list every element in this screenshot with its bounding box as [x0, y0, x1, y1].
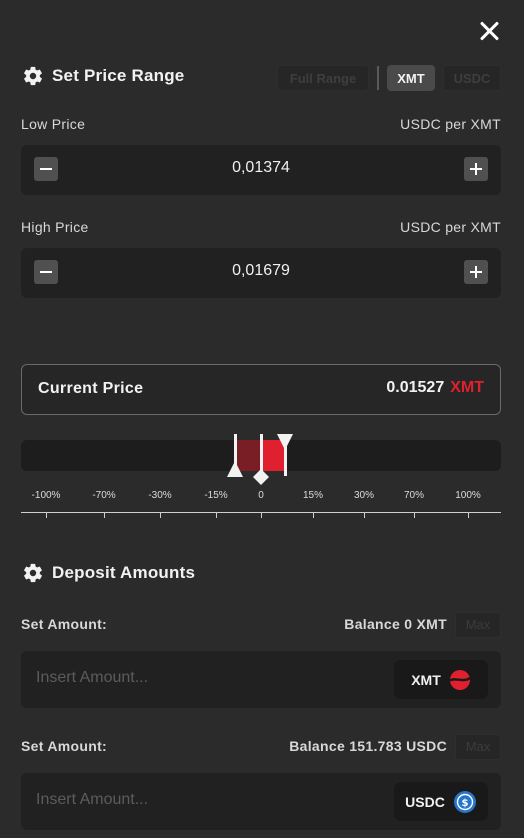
set-amount-label: Set Amount:: [21, 738, 107, 754]
usdc-token-icon: $: [453, 790, 476, 813]
axis-tick: [261, 512, 262, 518]
axis-tick: [216, 512, 217, 518]
close-icon[interactable]: [476, 18, 502, 44]
price-range-title: Set Price Range: [52, 66, 185, 85]
xmt-amount-input[interactable]: Insert Amount... XMT: [21, 651, 501, 708]
axis-tick: [313, 512, 314, 518]
xmt-max-button[interactable]: Max: [455, 612, 501, 638]
deposit-header: Deposit Amounts: [22, 562, 195, 584]
current-price-diamond-icon: [253, 469, 269, 485]
high-price-unit: USDC per XMT: [400, 219, 501, 235]
high-price-increment-button[interactable]: [464, 260, 488, 284]
xmt-token-icon: [449, 669, 471, 690]
usdc-balance: Balance 151.783 USDC: [289, 738, 447, 754]
axis-tick: [364, 512, 365, 518]
low-price-increment-button[interactable]: [464, 157, 488, 181]
low-price-input[interactable]: 0,01374: [21, 145, 501, 195]
full-range-button[interactable]: Full Range: [277, 65, 369, 91]
tick-label: -15%: [204, 490, 228, 501]
usdc-max-button[interactable]: Max: [455, 734, 501, 760]
gear-icon: [24, 563, 42, 583]
usdc-toggle-button[interactable]: USDC: [443, 65, 501, 91]
current-price-value: 0.01527: [386, 379, 445, 396]
low-handle-arrow-icon[interactable]: [227, 461, 243, 477]
price-range-header: Set Price Range: [22, 65, 184, 87]
low-price-value: 0,01374: [232, 159, 290, 176]
usdc-token-selector[interactable]: USDC $: [394, 782, 488, 821]
tick-label: 70%: [403, 490, 425, 501]
xmt-token-selector[interactable]: XMT: [394, 660, 488, 699]
xmt-token-label: XMT: [411, 671, 441, 688]
high-price-label: High Price: [21, 219, 89, 235]
axis-tick: [46, 512, 47, 518]
set-amount-label: Set Amount:: [21, 616, 107, 632]
current-price-marker: [260, 434, 263, 472]
tick-label: -100%: [31, 490, 61, 501]
high-handle-arrow-icon[interactable]: [277, 434, 293, 450]
low-price-unit: USDC per XMT: [400, 116, 501, 132]
tick-label: 100%: [455, 490, 481, 501]
deposit-title: Deposit Amounts: [52, 563, 196, 582]
axis-tick: [468, 512, 469, 518]
high-price-value: 0,01679: [232, 262, 290, 279]
current-price-label: Current Price: [38, 380, 144, 397]
axis-tick: [104, 512, 105, 518]
tick-label: -70%: [92, 490, 116, 501]
usdc-amount-placeholder: Insert Amount...: [36, 791, 149, 808]
xmt-toggle-button[interactable]: XMT: [387, 65, 435, 91]
high-price-input[interactable]: 0,01679: [21, 248, 501, 298]
usdc-amount-input[interactable]: Insert Amount... USDC $: [21, 773, 501, 830]
toggle-divider: [377, 66, 379, 90]
tick-label: 15%: [302, 490, 324, 501]
axis-tick: [414, 512, 415, 518]
svg-text:$: $: [461, 798, 468, 809]
tick-label: 30%: [353, 490, 375, 501]
xmt-amount-placeholder: Insert Amount...: [36, 669, 149, 686]
current-price-token: XMT: [450, 379, 484, 396]
current-price-value-wrap: 0.01527 XMT: [386, 379, 484, 397]
xmt-balance: Balance 0 XMT: [344, 616, 447, 632]
current-price-card: Current Price 0.01527 XMT: [21, 364, 501, 415]
axis-tick: [160, 512, 161, 518]
low-price-label: Low Price: [21, 116, 86, 132]
tick-label: 0: [258, 490, 264, 501]
gear-icon: [24, 66, 42, 86]
tick-label: -30%: [148, 490, 172, 501]
usdc-token-label: USDC: [405, 793, 445, 810]
